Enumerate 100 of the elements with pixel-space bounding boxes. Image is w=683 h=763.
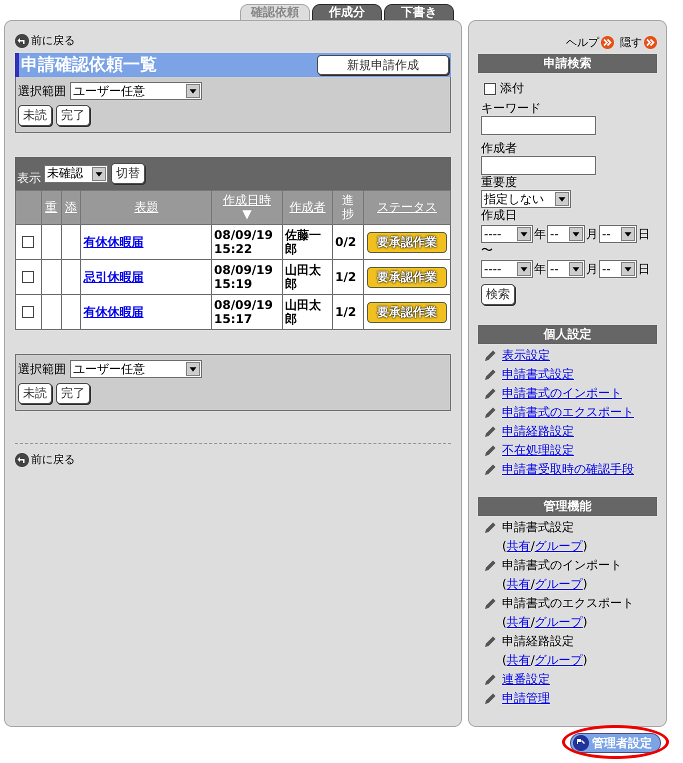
unit-label: 月 bbox=[586, 262, 598, 276]
back-link[interactable]: 前に戻る bbox=[15, 452, 75, 467]
paren: ( bbox=[502, 615, 507, 630]
month-select[interactable]: -- bbox=[547, 260, 585, 278]
range-label: 選択範囲 bbox=[18, 362, 66, 376]
datetime-cell: 08/09/19 15:22 bbox=[212, 224, 282, 260]
paren: ( bbox=[502, 539, 507, 554]
row-checkbox[interactable] bbox=[22, 236, 34, 248]
settings-link[interactable]: 表示設定 bbox=[502, 348, 550, 363]
scope-link[interactable]: グループ bbox=[534, 577, 583, 592]
request-title-link[interactable]: 有休休暇届 bbox=[83, 234, 144, 249]
pencil-icon bbox=[483, 444, 497, 458]
section-header: 申請検索 bbox=[478, 54, 657, 73]
importance-label: 重要度 bbox=[480, 175, 518, 190]
settings-link[interactable]: 申請書式のインポート bbox=[502, 386, 622, 401]
range-label: 選択範囲 bbox=[18, 84, 66, 98]
author-label: 作成者 bbox=[480, 141, 518, 156]
admin-link[interactable]: 申請管理 bbox=[502, 691, 550, 706]
pencil-icon bbox=[483, 692, 497, 706]
double-chevron-icon bbox=[601, 36, 614, 49]
row-checkbox[interactable] bbox=[22, 271, 34, 283]
admin-item-label: 申請経路設定 bbox=[502, 634, 574, 649]
range-select[interactable]: ユーザー任意 bbox=[70, 360, 202, 378]
author-cell: 山田太郎 bbox=[282, 294, 333, 330]
range-mark: 〜 bbox=[480, 243, 493, 258]
slash: / bbox=[530, 577, 535, 592]
unit-label: 日 bbox=[638, 262, 650, 276]
filter-button[interactable]: 完了 bbox=[56, 105, 90, 126]
column-header: 進捗 bbox=[342, 194, 354, 221]
attachment-checkbox[interactable] bbox=[484, 82, 496, 94]
paren: ) bbox=[582, 577, 588, 592]
settings-link[interactable]: 不在処理設定 bbox=[502, 443, 574, 458]
scope-link[interactable]: 共有 bbox=[506, 577, 531, 592]
section-header: 管理機能 bbox=[478, 497, 657, 516]
request-title-link[interactable]: 忌引休暇届 bbox=[83, 270, 144, 284]
year-select[interactable]: ---- bbox=[481, 225, 533, 243]
filter-button[interactable]: 未読 bbox=[18, 383, 52, 404]
progress-cell: 1/2 bbox=[332, 260, 364, 294]
progress-cell: 0/2 bbox=[332, 224, 364, 260]
scope-link[interactable]: 共有 bbox=[506, 539, 531, 554]
day-select[interactable]: -- bbox=[599, 225, 637, 243]
author-cell: 山田太郎 bbox=[282, 260, 333, 294]
pencil-icon bbox=[483, 348, 497, 362]
paren: ( bbox=[502, 653, 507, 668]
year-select[interactable]: ---- bbox=[481, 260, 533, 278]
row-checkbox[interactable] bbox=[22, 306, 34, 318]
unit-label: 月 bbox=[586, 226, 598, 242]
importance-select[interactable]: 指定しない bbox=[481, 190, 571, 208]
scope-link[interactable]: グループ bbox=[534, 653, 583, 668]
keyword-label: キーワード bbox=[480, 101, 542, 116]
scope-link[interactable]: グループ bbox=[534, 615, 583, 630]
scope-link[interactable]: グループ bbox=[534, 539, 583, 554]
slash: / bbox=[530, 539, 535, 554]
author-field[interactable] bbox=[481, 156, 596, 175]
search-button[interactable]: 検索 bbox=[481, 284, 515, 305]
double-chevron-icon bbox=[644, 36, 657, 49]
unit-label: 年 bbox=[534, 226, 546, 242]
pencil-icon bbox=[483, 558, 497, 572]
paren: ) bbox=[582, 539, 588, 554]
attachment-label: 添付 bbox=[500, 81, 524, 96]
admin-link[interactable]: 連番設定 bbox=[502, 672, 550, 687]
display-select[interactable]: 未確認 bbox=[44, 164, 108, 182]
filter-button[interactable]: 完了 bbox=[56, 383, 90, 404]
settings-link[interactable]: 申請経路設定 bbox=[502, 424, 574, 439]
scope-link[interactable]: 共有 bbox=[506, 615, 531, 630]
datetime-cell: 08/09/19 15:19 bbox=[212, 260, 282, 294]
month-select[interactable]: -- bbox=[547, 225, 585, 243]
section-header: 個人設定 bbox=[478, 325, 657, 344]
date-label: 作成日 bbox=[480, 208, 518, 223]
pencil-icon bbox=[483, 634, 497, 648]
settings-link[interactable]: 申請書式設定 bbox=[502, 367, 574, 382]
display-label: 表示 bbox=[17, 171, 41, 186]
back-link[interactable]: 前に戻る bbox=[15, 33, 75, 48]
request-title-link[interactable]: 有休休暇届 bbox=[83, 304, 144, 319]
settings-link[interactable]: 申請書式のエクスポート bbox=[502, 405, 634, 420]
admin-item-label: 申請書式のエクスポート bbox=[502, 596, 634, 611]
pencil-icon bbox=[483, 520, 497, 534]
paren: ) bbox=[582, 653, 588, 668]
pencil-icon bbox=[483, 406, 497, 420]
slash: / bbox=[530, 653, 535, 668]
new-request-button[interactable]: 新規申請作成 bbox=[317, 55, 449, 75]
pencil-icon bbox=[483, 672, 497, 686]
admin-item-label: 申請書式のインポート bbox=[502, 558, 622, 573]
range-select[interactable]: ユーザー任意 bbox=[70, 82, 202, 100]
keyword-field[interactable] bbox=[481, 116, 596, 135]
help-link[interactable]: ヘルプ bbox=[566, 35, 614, 50]
filter-button[interactable]: 未読 bbox=[18, 105, 52, 126]
settings-link[interactable]: 申請書受取時の確認手段 bbox=[502, 462, 634, 477]
hide-link[interactable]: 隠す bbox=[620, 35, 657, 50]
switch-button[interactable]: 切替 bbox=[111, 163, 145, 184]
paren: ) bbox=[582, 615, 588, 630]
tab[interactable]: 作成分 bbox=[312, 4, 382, 20]
page-title: 申請確認依頼一覧 bbox=[21, 58, 157, 72]
day-select[interactable]: -- bbox=[599, 260, 637, 278]
pencil-icon bbox=[483, 596, 497, 610]
paren: ( bbox=[502, 577, 507, 592]
unit-label: 年 bbox=[534, 262, 546, 276]
scope-link[interactable]: 共有 bbox=[506, 653, 531, 668]
author-cell: 佐藤一郎 bbox=[282, 224, 333, 260]
tab[interactable]: 下書き bbox=[384, 4, 454, 20]
